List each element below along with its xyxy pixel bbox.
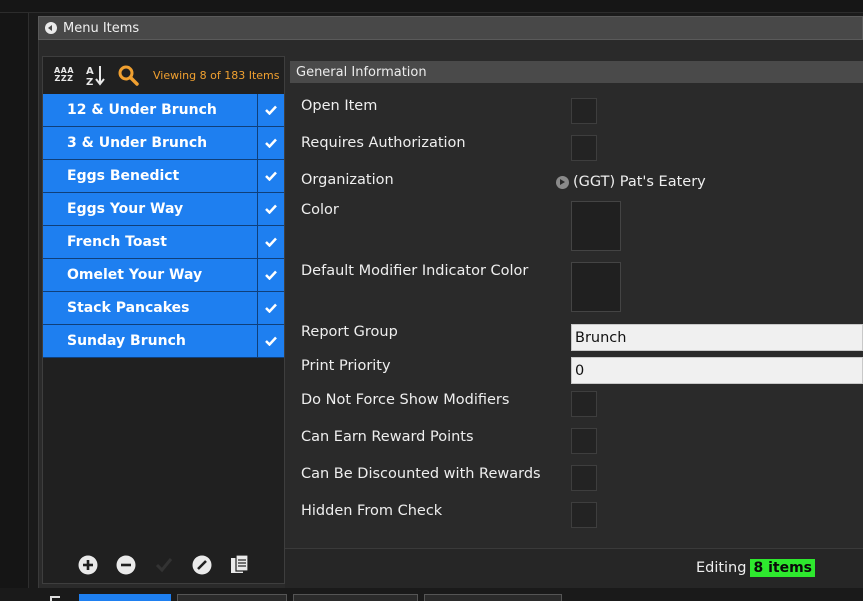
check-icon[interactable] [258,292,284,324]
menu-items-header[interactable]: Menu Items [38,16,863,40]
editing-label: Editing [695,560,747,576]
check-icon[interactable] [258,94,284,126]
top-strip [0,0,863,13]
check-icon[interactable] [258,226,284,258]
tab-bar-icon[interactable] [50,596,60,601]
list-footer [43,545,284,585]
check-icon[interactable] [258,193,284,225]
check-icon[interactable] [258,325,284,357]
report-group-select[interactable]: Brunch [571,324,863,351]
list-item-label: Sunday Brunch [43,325,258,357]
open-item-checkbox[interactable] [571,98,597,124]
list-item-label: Eggs Benedict [43,160,258,192]
menu-item-list: 12 & Under Brunch 3 & Under Brunch Eggs … [43,94,284,358]
list-item-label: 12 & Under Brunch [43,94,258,126]
list-toolbar: AAA ZZZ A Z Viewing 8 of 183 Items [43,57,284,93]
default-modifier-indicator-color-label: Default Modifier Indicator Color [301,263,529,279]
hidden-from-check-label: Hidden From Check [301,503,443,519]
requires-authorization-label: Requires Authorization [301,135,466,151]
requires-authorization-checkbox[interactable] [571,135,597,161]
list-item-label: Eggs Your Way [43,193,258,225]
tab-active[interactable] [79,594,171,601]
list-item-label: Omelet Your Way [43,259,258,291]
open-item-label: Open Item [301,98,378,114]
svg-text:Z: Z [86,77,93,86]
sort-az-icon[interactable]: A Z [85,64,107,86]
editing-status: Editing 8 items [696,559,815,577]
color-swatch[interactable] [571,201,621,251]
can-be-discounted-with-rewards-checkbox[interactable] [571,465,597,491]
print-priority-input[interactable]: 0 [571,357,863,384]
copy-icon[interactable] [229,554,251,576]
check-icon[interactable] [153,554,175,576]
can-be-discounted-with-rewards-label: Can Be Discounted with Rewards [301,466,541,482]
tab[interactable] [293,594,418,601]
sort-alpha-icon[interactable]: AAA ZZZ [53,64,75,86]
list-item[interactable]: Omelet Your Way [43,259,284,292]
list-item[interactable]: Sunday Brunch [43,325,284,358]
hidden-from-check-checkbox[interactable] [571,502,597,528]
check-icon[interactable] [258,259,284,291]
remove-icon[interactable] [115,554,137,576]
can-earn-reward-points-label: Can Earn Reward Points [301,429,474,445]
check-icon[interactable] [258,127,284,159]
add-icon[interactable] [77,554,99,576]
list-item[interactable]: Eggs Your Way [43,193,284,226]
organization-label: Organization [301,172,394,188]
list-item-label: Stack Pancakes [43,292,258,324]
editing-count-badge: 8 items [750,559,815,577]
search-icon[interactable] [117,64,139,86]
list-item[interactable]: Eggs Benedict [43,160,284,193]
item-list-panel: AAA ZZZ A Z Viewing 8 of 183 Items 12 & … [42,56,285,584]
viewing-count: Viewing 8 of 183 Items [153,68,280,82]
panel-title: Menu Items [63,20,140,36]
edit-icon[interactable] [191,554,213,576]
can-earn-reward-points-checkbox[interactable] [571,428,597,454]
status-bar: Editing 8 items [285,548,863,588]
tab[interactable] [424,594,562,601]
collapse-icon[interactable] [45,22,57,34]
bottom-tab-bar [0,588,863,601]
do-not-force-show-modifiers-checkbox[interactable] [571,391,597,417]
left-strip [0,13,29,601]
arrow-icon [556,175,569,189]
svg-text:A: A [86,66,94,77]
report-group-label: Report Group [301,324,398,340]
list-item-label: 3 & Under Brunch [43,127,258,159]
print-priority-label: Print Priority [301,358,391,374]
general-information-header: General Information [290,61,863,83]
organization-value[interactable]: (GGT) Pat's Eatery [556,174,706,190]
sort-alpha-bottom: ZZZ [54,74,74,83]
check-icon[interactable] [258,160,284,192]
do-not-force-show-modifiers-label: Do Not Force Show Modifiers [301,392,510,408]
organization-name: (GGT) Pat's Eatery [573,174,706,190]
list-item[interactable]: 3 & Under Brunch [43,127,284,160]
color-label: Color [301,202,339,218]
default-modifier-indicator-color-swatch[interactable] [571,262,621,312]
tab[interactable] [177,594,287,601]
list-item[interactable]: 12 & Under Brunch [43,94,284,127]
list-item-label: French Toast [43,226,258,258]
list-item[interactable]: Stack Pancakes [43,292,284,325]
list-item[interactable]: French Toast [43,226,284,259]
